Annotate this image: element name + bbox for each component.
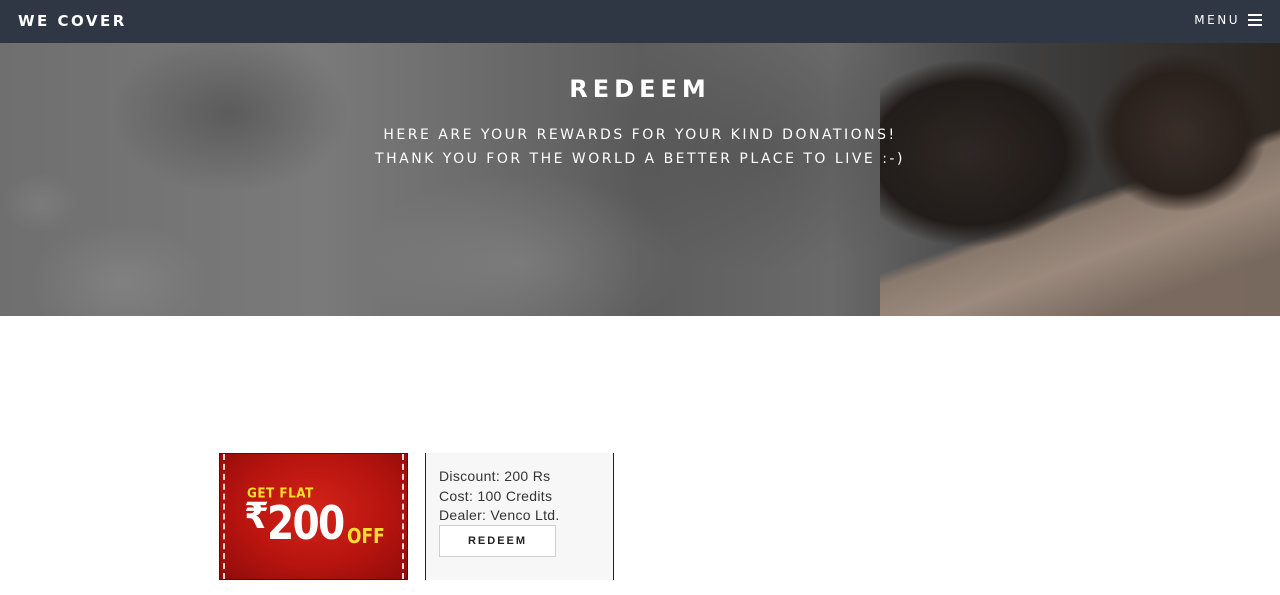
hero-subtitle-line-1: HERE ARE YOUR REWARDS FOR YOUR KIND DONA… — [383, 127, 897, 143]
coupon-image: GET FLAT ₹ 200 OFF — [219, 453, 408, 580]
bars-icon — [1248, 14, 1262, 26]
coupon-edge-left — [223, 454, 225, 579]
page-title: REDEEM — [569, 75, 711, 103]
coupon-details-card: Discount: 200 Rs Cost: 100 Credits Deale… — [425, 453, 614, 580]
hero-banner: REDEEM HERE ARE YOUR REWARDS FOR YOUR KI… — [0, 43, 1280, 316]
coupon-discount: Discount: 200 Rs — [439, 468, 551, 484]
coupon-edge-right — [402, 454, 404, 579]
coupon-cost: Cost: 100 Credits — [439, 488, 553, 504]
menu-button[interactable]: MENU — [1194, 13, 1262, 27]
coupon-dealer: Dealer: Venco Ltd. — [439, 507, 560, 523]
coupon-image-amount: 200 — [267, 496, 345, 550]
top-navbar: WE COVER MENU — [0, 0, 1280, 43]
brand-logo[interactable]: WE COVER — [18, 12, 127, 30]
hero-subtitle-line-2: THANK YOU FOR THE WORLD A BETTER PLACE T… — [375, 151, 905, 167]
redeem-button[interactable]: REDEEM — [439, 525, 556, 557]
rupee-icon: ₹ — [244, 496, 270, 537]
menu-label: MENU — [1194, 13, 1240, 27]
coupon-image-suffix: OFF — [347, 524, 385, 548]
